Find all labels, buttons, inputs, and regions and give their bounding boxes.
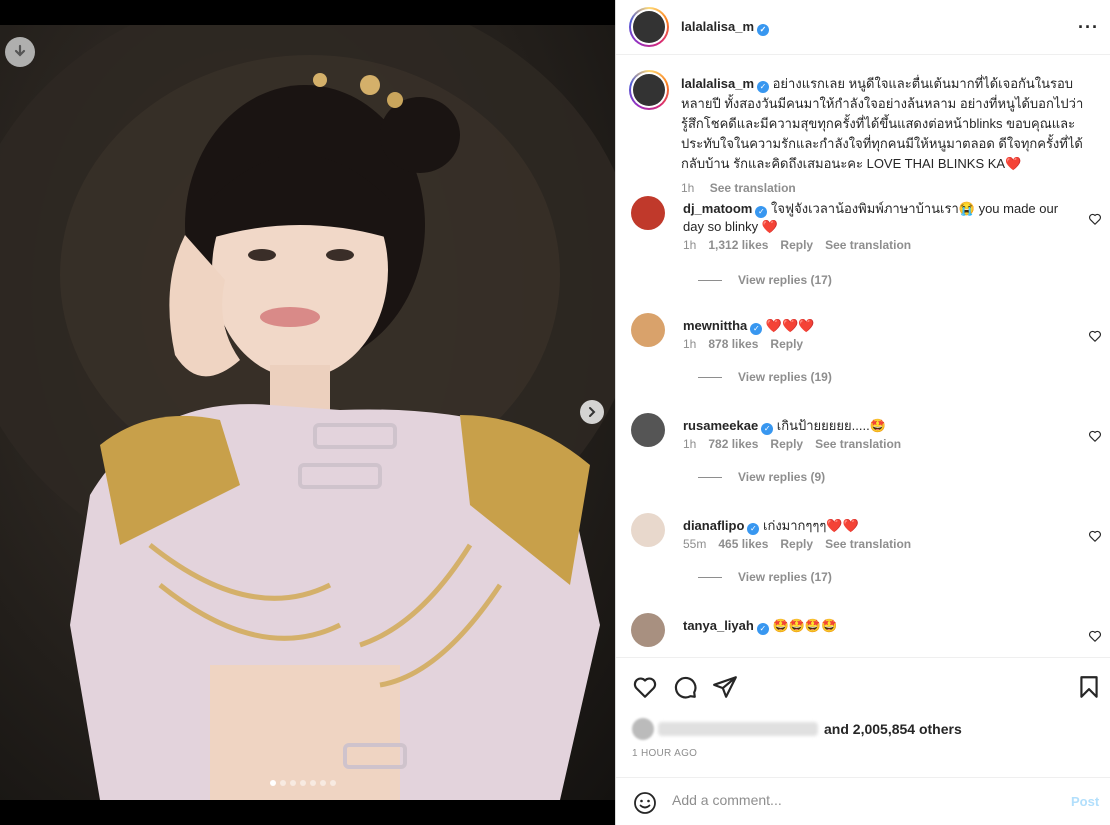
verified-badge-icon: ✓ xyxy=(756,623,769,635)
comment-time: 55m xyxy=(683,537,707,551)
heart-icon[interactable] xyxy=(632,674,658,700)
caption-see-translation[interactable]: See translation xyxy=(710,181,796,195)
comment-body: 🤩🤩🤩🤩 xyxy=(772,618,838,633)
comment-time: 1h xyxy=(683,437,697,451)
author-username-text[interactable]: lalalalisa_m xyxy=(681,19,754,34)
comment-bar: Post xyxy=(616,777,1110,825)
download-button[interactable] xyxy=(5,37,35,67)
comment-input[interactable] xyxy=(672,792,1052,808)
comment-text-block: rusameekae ✓ เกินป้ายยยยย.....🤩 xyxy=(683,417,1063,435)
chevron-right-icon xyxy=(589,407,596,417)
comment-text-block: tanya_liyah ✓ 🤩🤩🤩🤩 xyxy=(683,617,1063,635)
comment-meta: 55m 465 likes Reply See translation xyxy=(683,537,923,551)
comment-like-heart-icon[interactable] xyxy=(1088,329,1102,343)
comment-like-heart-icon[interactable] xyxy=(1088,429,1102,443)
post-actions: and 2,005,854 others 1 HOUR AGO xyxy=(616,657,1110,777)
instagram-post-modal: lalalalisa_m ✓ ··· lalalalisa_m ✓ อย่างแรก… xyxy=(0,0,1110,825)
comment-reply[interactable]: Reply xyxy=(770,337,803,351)
verified-badge-icon: ✓ xyxy=(757,81,769,93)
comment-see-translation[interactable]: See translation xyxy=(825,537,911,551)
comment-body: ❤️❤️❤️ xyxy=(765,318,815,333)
carousel-dot xyxy=(270,780,276,786)
view-replies-link[interactable]: View replies (19) xyxy=(698,370,832,384)
likes-count[interactable]: and 2,005,854 others xyxy=(824,721,962,737)
carousel-dot xyxy=(290,780,296,786)
verified-badge-icon: ✓ xyxy=(755,206,768,218)
comment-username[interactable]: dj_matoom xyxy=(683,201,752,216)
carousel-indicator xyxy=(270,780,336,786)
comment-avatar[interactable] xyxy=(631,413,665,447)
comment-username[interactable]: rusameekae xyxy=(683,418,758,433)
comment-like-heart-icon[interactable] xyxy=(1088,529,1102,543)
comment-meta: 1h 782 likes Reply See translation xyxy=(683,437,913,451)
carousel-dot xyxy=(330,780,336,786)
comment-meta: 1h 878 likes Reply xyxy=(683,337,815,351)
bookmark-icon[interactable] xyxy=(1076,674,1102,700)
comment-meta: 1h 1,312 likes Reply See translation xyxy=(683,238,923,252)
post-photo-illustration xyxy=(0,25,615,800)
comment-text-block: mewnittha ✓ ❤️❤️❤️ xyxy=(683,317,1063,335)
liker-avatar xyxy=(632,718,654,740)
comment-avatar[interactable] xyxy=(631,613,665,647)
comment-body: เกินป้ายยยยย.....🤩 xyxy=(776,418,886,433)
comment-text-block: dj_matoom ✓ ใจฟูจังเวลาน้องพิมพ์ภาษาบ้านเ… xyxy=(683,200,1063,236)
comment-reply[interactable]: Reply xyxy=(780,238,813,252)
comment-like-heart-icon[interactable] xyxy=(1088,629,1102,643)
comment-time: 1h xyxy=(683,238,697,252)
author-avatar[interactable] xyxy=(629,7,669,47)
comment-see-translation[interactable]: See translation xyxy=(815,437,901,451)
post-button[interactable]: Post xyxy=(1071,794,1099,809)
post-timestamp: 1 HOUR AGO xyxy=(632,748,698,759)
comment-likes[interactable]: 465 likes xyxy=(718,537,768,551)
verified-badge-icon: ✓ xyxy=(750,323,763,335)
carousel-dot xyxy=(300,780,306,786)
carousel-next-button[interactable] xyxy=(580,400,604,424)
comment-icon[interactable] xyxy=(672,674,698,700)
comment-reply[interactable]: Reply xyxy=(770,437,803,451)
liker-names-blurred xyxy=(658,722,818,736)
download-arrow-icon xyxy=(14,44,26,57)
caption-avatar[interactable] xyxy=(629,70,669,110)
comment-time: 1h xyxy=(683,337,697,351)
post-media-panel xyxy=(0,0,615,825)
carousel-dot xyxy=(310,780,316,786)
post-header: lalalalisa_m ✓ ··· xyxy=(616,0,1110,55)
view-replies-link[interactable]: View replies (17) xyxy=(698,273,832,287)
comment-like-heart-icon[interactable] xyxy=(1088,212,1102,226)
post-side-panel: lalalalisa_m ✓ ··· lalalalisa_m ✓ อย่างแรก… xyxy=(615,0,1110,825)
comment-avatar[interactable] xyxy=(631,513,665,547)
post-photo xyxy=(0,25,615,800)
likes-summary[interactable]: and 2,005,854 others xyxy=(632,718,962,740)
carousel-dot xyxy=(320,780,326,786)
emoji-icon[interactable] xyxy=(633,791,657,815)
comment-likes[interactable]: 782 likes xyxy=(708,437,758,451)
verified-badge-icon: ✓ xyxy=(747,523,760,535)
caption-text-block: lalalalisa_m ✓ อย่างแรกเลย หนูดีใจและตื่น… xyxy=(681,74,1091,198)
comment-likes[interactable]: 878 likes xyxy=(708,337,758,351)
comment-avatar[interactable] xyxy=(631,196,665,230)
comment-avatar[interactable] xyxy=(631,313,665,347)
comment-username[interactable]: dianaflipo xyxy=(683,518,744,533)
verified-badge-icon: ✓ xyxy=(757,24,769,36)
carousel-dot xyxy=(280,780,286,786)
comments-list[interactable]: lalalalisa_m ✓ อย่างแรกเลย หนูดีใจและตื่น… xyxy=(616,56,1110,656)
view-replies-link[interactable]: View replies (9) xyxy=(698,470,825,484)
comment-see-translation[interactable]: See translation xyxy=(825,238,911,252)
author-username[interactable]: lalalalisa_m ✓ xyxy=(681,19,769,36)
comment-username[interactable]: tanya_liyah xyxy=(683,618,754,633)
comment-text-block: dianaflipo ✓ เก่งมากๆๆๆ❤️❤️ xyxy=(683,517,1063,535)
comment-body: เก่งมากๆๆๆ❤️❤️ xyxy=(763,518,859,533)
caption-username[interactable]: lalalalisa_m xyxy=(681,76,754,91)
caption-meta: 1h See translation xyxy=(681,178,1091,198)
caption-time: 1h xyxy=(681,181,695,195)
comment-likes[interactable]: 1,312 likes xyxy=(708,238,768,252)
share-icon[interactable] xyxy=(712,674,738,700)
comment-reply[interactable]: Reply xyxy=(780,537,813,551)
more-options-icon[interactable]: ··· xyxy=(1078,17,1099,38)
view-replies-link[interactable]: View replies (17) xyxy=(698,570,832,584)
verified-badge-icon: ✓ xyxy=(761,423,774,435)
comment-username[interactable]: mewnittha xyxy=(683,318,747,333)
